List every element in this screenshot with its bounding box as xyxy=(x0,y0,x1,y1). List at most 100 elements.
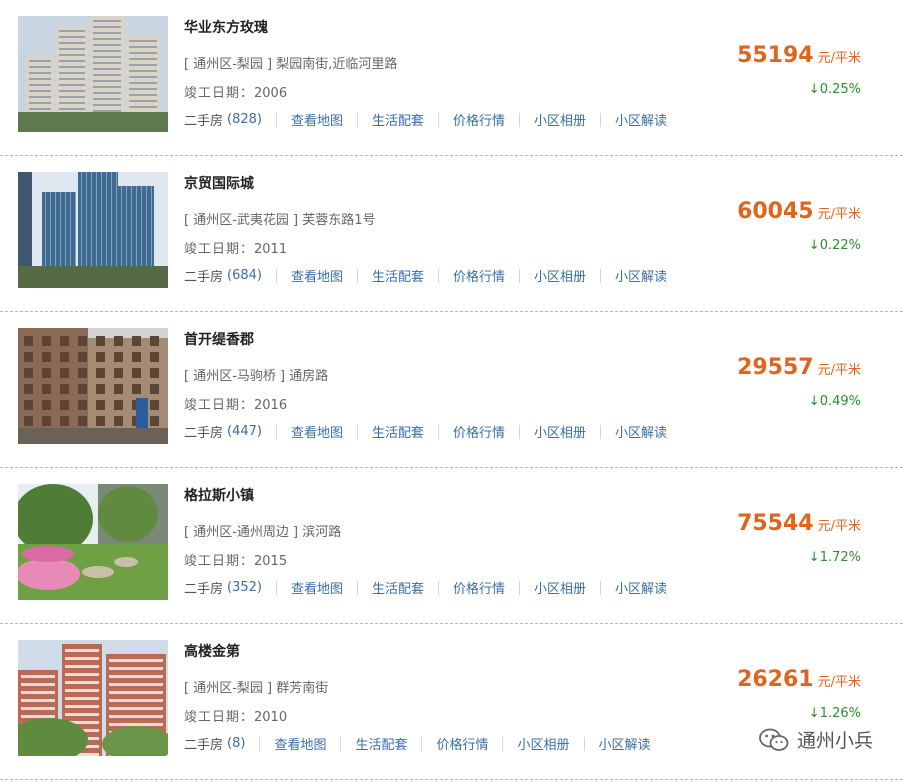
community-photo[interactable] xyxy=(18,16,168,132)
divider xyxy=(600,268,602,283)
community-name[interactable]: 高楼金第 xyxy=(184,641,240,661)
divider xyxy=(438,268,440,283)
community-photo[interactable] xyxy=(18,640,168,756)
completion-year: 2016 xyxy=(254,398,288,413)
price-unit: 元/平米 xyxy=(817,363,861,378)
price-trend-link[interactable]: 价格行情 xyxy=(436,734,488,753)
ershou-label: 二手房 xyxy=(184,426,224,441)
community-name[interactable]: 格拉斯小镇 xyxy=(184,485,254,505)
ershou-count-link[interactable]: (828) xyxy=(227,112,262,127)
divider xyxy=(275,112,277,127)
analysis-link[interactable]: 小区解读 xyxy=(599,734,651,753)
divider xyxy=(340,736,342,751)
album-link[interactable]: 小区相册 xyxy=(534,266,586,285)
divider xyxy=(600,112,602,127)
view-map-link[interactable]: 查看地图 xyxy=(291,266,343,285)
view-map-link[interactable]: 查看地图 xyxy=(291,422,343,441)
community-name[interactable]: 首开缇香郡 xyxy=(184,329,254,349)
building-photo-icon xyxy=(18,16,168,132)
community-photo[interactable] xyxy=(18,328,168,444)
ershou-count-link[interactable]: (447) xyxy=(227,424,262,439)
community-address: [ 通州区-梨园 ] 群芳南街 xyxy=(184,681,329,696)
completion-date: 竣工日期：2011 xyxy=(184,238,287,257)
price: 55194 元/平米 xyxy=(737,43,861,68)
album-link[interactable]: 小区相册 xyxy=(517,734,569,753)
amenities-link[interactable]: 生活配套 xyxy=(372,578,424,597)
divider xyxy=(519,580,521,595)
analysis-link[interactable]: 小区解读 xyxy=(615,422,667,441)
price-change: ↓1.72% xyxy=(808,550,861,565)
price-unit: 元/平米 xyxy=(817,51,861,66)
price-change: ↓0.49% xyxy=(808,394,861,409)
community-photo[interactable] xyxy=(18,172,168,288)
action-links: 二手房 (8) 查看地图 生活配套 价格行情 小区相册 小区解读 xyxy=(184,734,651,753)
completion-label: 竣工日期： xyxy=(184,398,255,413)
community-address: [ 通州区-武夷花园 ] 芙蓉东路1号 xyxy=(184,213,376,228)
price-trend-link[interactable]: 价格行情 xyxy=(453,110,505,129)
view-map-link[interactable]: 查看地图 xyxy=(291,110,343,129)
album-link[interactable]: 小区相册 xyxy=(534,578,586,597)
completion-date: 竣工日期：2016 xyxy=(184,394,287,413)
ershou-count-link[interactable]: (684) xyxy=(227,268,262,283)
list-item: 格拉斯小镇 [ 通州区-通州周边 ] 滨河路 竣工日期：2015 二手房 (35… xyxy=(0,468,903,624)
album-link[interactable]: 小区相册 xyxy=(534,110,586,129)
watermark: 通州小兵 xyxy=(759,726,873,753)
building-photo-icon xyxy=(18,328,168,444)
price-trend-link[interactable]: 价格行情 xyxy=(453,578,505,597)
action-links: 二手房 (684) 查看地图 生活配套 价格行情 小区相册 小区解读 xyxy=(184,266,667,285)
divider xyxy=(583,736,585,751)
action-links: 二手房 (828) 查看地图 生活配套 价格行情 小区相册 小区解读 xyxy=(184,110,667,129)
completion-date: 竣工日期：2010 xyxy=(184,706,287,725)
price: 60045 元/平米 xyxy=(737,199,861,224)
amenities-link[interactable]: 生活配套 xyxy=(372,422,424,441)
album-link[interactable]: 小区相册 xyxy=(534,422,586,441)
community-address: [ 通州区-通州周边 ] 滨河路 xyxy=(184,525,342,540)
list-item: 首开缇香郡 [ 通州区-马驹桥 ] 通房路 竣工日期：2016 二手房 (447… xyxy=(0,312,903,468)
divider xyxy=(357,580,358,595)
ershou-count-link[interactable]: (8) xyxy=(227,736,245,751)
price-value: 55194 xyxy=(737,43,814,68)
price-change: ↓0.25% xyxy=(808,82,861,97)
list-item: 华业东方玫瑰 [ 通州区-梨园 ] 梨园南街,近临河里路 竣工日期：2006 二… xyxy=(0,0,903,156)
completion-year: 2006 xyxy=(254,86,288,101)
divider xyxy=(421,736,423,751)
ershou-label: 二手房 xyxy=(184,582,224,597)
price-trend-link[interactable]: 价格行情 xyxy=(453,266,505,285)
amenities-link[interactable]: 生活配套 xyxy=(372,110,424,129)
divider xyxy=(259,736,261,751)
analysis-link[interactable]: 小区解读 xyxy=(615,578,667,597)
view-map-link[interactable]: 查看地图 xyxy=(291,578,343,597)
ershou-label: 二手房 xyxy=(184,114,224,129)
analysis-link[interactable]: 小区解读 xyxy=(615,110,667,129)
ershou-count-link[interactable]: (352) xyxy=(227,580,262,595)
price-value: 75544 xyxy=(737,511,814,536)
community-name[interactable]: 京贸国际城 xyxy=(184,173,254,193)
divider xyxy=(275,424,277,439)
price-change: ↓1.26% xyxy=(808,706,861,721)
divider xyxy=(502,736,504,751)
completion-year: 2015 xyxy=(254,554,288,569)
community-address: [ 通州区-马驹桥 ] 通房路 xyxy=(184,369,329,384)
completion-label: 竣工日期： xyxy=(184,242,255,257)
watermark-text: 通州小兵 xyxy=(796,730,873,752)
analysis-link[interactable]: 小区解读 xyxy=(615,266,667,285)
divider xyxy=(519,268,521,283)
price-value: 26261 xyxy=(737,667,814,692)
completion-year: 2010 xyxy=(254,710,288,725)
divider xyxy=(438,112,440,127)
amenities-link[interactable]: 生活配套 xyxy=(372,266,424,285)
list-item: 高楼金第 [ 通州区-梨园 ] 群芳南街 竣工日期：2010 二手房 (8) 查… xyxy=(0,624,903,780)
divider xyxy=(438,580,440,595)
community-photo[interactable] xyxy=(18,484,168,600)
completion-label: 竣工日期： xyxy=(184,710,255,725)
divider xyxy=(600,424,602,439)
action-links: 二手房 (447) 查看地图 生活配套 价格行情 小区相册 小区解读 xyxy=(184,422,667,441)
price-trend-link[interactable]: 价格行情 xyxy=(453,422,505,441)
building-photo-icon xyxy=(18,640,168,756)
amenities-link[interactable]: 生活配套 xyxy=(355,734,407,753)
divider xyxy=(357,112,358,127)
action-links: 二手房 (352) 查看地图 生活配套 价格行情 小区相册 小区解读 xyxy=(184,578,667,597)
price: 75544 元/平米 xyxy=(737,511,861,536)
view-map-link[interactable]: 查看地图 xyxy=(274,734,326,753)
community-name[interactable]: 华业东方玫瑰 xyxy=(184,17,268,37)
